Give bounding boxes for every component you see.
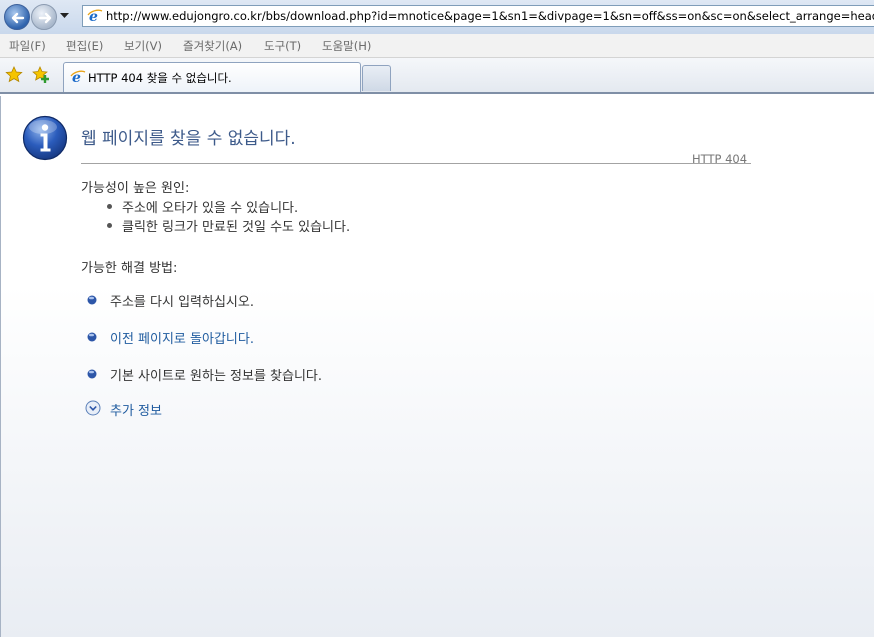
tab-bar: e HTTP 404 찾을 수 없습니다. [0,58,874,94]
solution-text: 주소를 다시 입력하십시오. [110,295,254,310]
expand-chevron-icon[interactable] [85,400,101,416]
forward-button[interactable] [31,4,57,30]
go-back-link[interactable]: 이전 페이지로 돌아갑니다. [110,328,254,347]
url-text[interactable]: http://www.edujongro.co.kr/bbs/download.… [106,9,874,23]
http-status-code: HTTP 404 [692,152,748,166]
solutions-heading: 가능한 해결 방법: [81,261,178,276]
more-info-toggle[interactable]: 추가 정보 [85,400,162,420]
back-button[interactable] [4,4,30,30]
favorites-star-icon[interactable] [5,66,23,84]
solution-text: 기본 사이트로 원하는 정보를 찾습니다. [110,369,323,384]
menu-view[interactable]: 보기(V) [124,38,162,54]
blue-bullet-icon [87,369,97,379]
add-favorite-icon[interactable] [32,66,50,84]
tab-title: HTTP 404 찾을 수 없습니다. [88,71,232,85]
blue-bullet-icon [87,295,97,305]
menu-help[interactable]: 도움말(H) [322,38,371,54]
causes-list: 주소에 오타가 있을 수 있습니다. 클릭한 링크가 만료된 것일 수도 있습니… [107,197,350,235]
menu-favorites[interactable]: 즐겨찾기(A) [183,38,242,54]
recent-pages-dropdown-icon[interactable] [60,13,69,19]
arrow-right-icon [38,12,52,24]
info-icon [22,115,68,161]
menu-bar: 파일(F) 편집(E) 보기(V) 즐겨찾기(A) 도구(T) 도움말(H) [0,34,874,58]
error-page: 웹 페이지를 찾을 수 없습니다. HTTP 404 가능성이 높은 원인: 주… [0,96,874,637]
menu-edit[interactable]: 편집(E) [66,38,103,54]
menu-tools[interactable]: 도구(T) [264,38,301,54]
new-tab-button[interactable] [362,65,391,91]
ie-page-icon: e [87,9,103,24]
address-bar[interactable]: e http://www.edujongro.co.kr/bbs/downloa… [82,5,874,27]
arrow-left-icon [11,12,25,24]
list-item: 클릭한 링크가 만료된 것일 수도 있습니다. [107,216,350,235]
blue-bullet-icon [87,332,97,342]
causes-heading: 가능성이 높은 원인: [81,181,190,196]
divider [81,163,751,164]
list-item: 주소에 오타가 있을 수 있습니다. [107,197,350,216]
page-title: 웹 페이지를 찾을 수 없습니다. [81,129,296,149]
more-info-link[interactable]: 추가 정보 [110,400,162,419]
menu-file[interactable]: 파일(F) [9,38,46,54]
tab-active[interactable]: e HTTP 404 찾을 수 없습니다. [63,62,361,92]
address-toolbar: e http://www.edujongro.co.kr/bbs/downloa… [0,0,874,34]
ie-page-icon: e [70,70,86,85]
